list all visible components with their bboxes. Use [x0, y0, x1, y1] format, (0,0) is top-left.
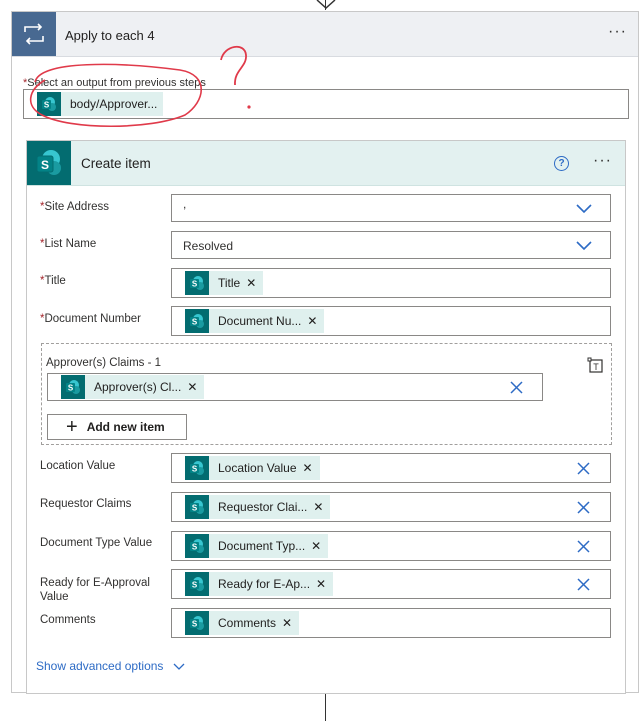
svg-text:S: S: [192, 280, 198, 289]
comments-field[interactable]: S Comments ✕: [171, 608, 611, 638]
sharepoint-icon: S: [185, 534, 209, 558]
requestor-claims-label: Requestor Claims: [40, 498, 132, 510]
remove-token-icon[interactable]: ✕: [311, 539, 328, 553]
sharepoint-icon: S: [61, 375, 85, 399]
remove-token-icon[interactable]: ✕: [187, 380, 204, 394]
approvers-label: Approver(s) Claims - 1: [46, 357, 162, 369]
remove-token-icon[interactable]: ✕: [303, 461, 320, 475]
annotation-circle-icon: [29, 46, 251, 127]
document-type-field[interactable]: S Document Typ... ✕: [171, 531, 611, 561]
svg-text:S: S: [41, 158, 49, 172]
svg-text:S: S: [192, 318, 198, 327]
more-options-icon[interactable]: ···: [608, 23, 627, 41]
approvers-token[interactable]: S Approver(s) Cl... ✕: [61, 375, 205, 399]
ready-for-approval-token[interactable]: S Ready for E-Ap... ✕: [185, 572, 334, 596]
add-new-item-button[interactable]: + Add new item: [47, 414, 187, 440]
remove-token-icon[interactable]: ✕: [316, 577, 333, 591]
clear-icon[interactable]: [577, 501, 590, 514]
approvers-item-field[interactable]: S Approver(s) Cl... ✕: [47, 373, 543, 401]
location-value-token[interactable]: S Location Value ✕: [185, 456, 320, 480]
svg-text:S: S: [68, 384, 74, 393]
help-icon[interactable]: ?: [554, 156, 569, 171]
ready-for-approval-label: Ready for E-Approval Value: [40, 577, 150, 603]
clear-icon[interactable]: [577, 462, 590, 475]
remove-token-icon[interactable]: ✕: [313, 500, 330, 514]
title-token[interactable]: S Title ✕: [185, 271, 264, 295]
clear-icon[interactable]: [510, 381, 523, 394]
svg-text:S: S: [192, 543, 198, 552]
svg-text:S: S: [192, 581, 198, 590]
requestor-claims-token[interactable]: S Requestor Clai... ✕: [185, 495, 331, 519]
sharepoint-icon: S: [185, 271, 209, 295]
sharepoint-icon: S: [185, 456, 209, 480]
sharepoint-icon: S: [27, 141, 71, 185]
sharepoint-icon: S: [185, 611, 209, 635]
connector-arrow-icon: [316, 0, 336, 10]
requestor-claims-field[interactable]: S Requestor Clai... ✕: [171, 492, 611, 522]
sharepoint-icon: S: [185, 495, 209, 519]
sharepoint-icon: S: [185, 572, 209, 596]
chevron-down-icon: [173, 663, 185, 670]
document-number-token[interactable]: S Document Nu... ✕: [185, 309, 325, 333]
document-type-label: Document Type Value: [40, 537, 153, 549]
ready-for-approval-field[interactable]: S Ready for E-Ap... ✕: [171, 569, 611, 599]
chevron-down-icon[interactable]: [576, 204, 592, 214]
title-field[interactable]: S Title ✕: [171, 268, 611, 298]
comments-label: Comments: [40, 614, 96, 626]
svg-text:S: S: [192, 504, 198, 513]
site-address-dropdown[interactable]: ,: [171, 194, 611, 222]
list-name-value: Resolved: [183, 239, 234, 253]
remove-token-icon[interactable]: ✕: [307, 314, 324, 328]
document-number-label: *Document Number: [40, 313, 141, 325]
svg-text:S: S: [192, 620, 198, 629]
svg-text:T: T: [593, 362, 599, 372]
remove-token-icon[interactable]: ✕: [246, 276, 263, 290]
title-label: *Title: [40, 275, 66, 287]
create-item-header[interactable]: S Create item ? ···: [27, 141, 625, 186]
sharepoint-icon: S: [185, 309, 209, 333]
show-advanced-options-link[interactable]: Show advanced options: [36, 659, 185, 673]
remove-token-icon[interactable]: ✕: [282, 616, 299, 630]
list-name-label: *List Name: [40, 238, 97, 250]
more-options-icon[interactable]: ···: [593, 152, 612, 170]
location-value-label: Location Value: [40, 460, 116, 472]
document-number-field[interactable]: S Document Nu... ✕: [171, 306, 611, 336]
clear-icon[interactable]: [577, 540, 590, 553]
create-item-title: Create item: [81, 156, 151, 171]
clear-icon[interactable]: [577, 578, 590, 591]
switch-to-text-mode-icon[interactable]: T: [587, 357, 604, 374]
document-type-token[interactable]: S Document Typ... ✕: [185, 534, 329, 558]
plus-icon: +: [66, 416, 78, 438]
site-address-label: *Site Address: [40, 201, 110, 213]
location-value-field[interactable]: S Location Value ✕: [171, 453, 611, 483]
chevron-down-icon[interactable]: [576, 241, 592, 251]
svg-text:S: S: [192, 465, 198, 474]
comments-token[interactable]: S Comments ✕: [185, 611, 300, 635]
list-name-dropdown[interactable]: Resolved: [171, 231, 611, 259]
connector-line-bottom: [325, 694, 326, 721]
